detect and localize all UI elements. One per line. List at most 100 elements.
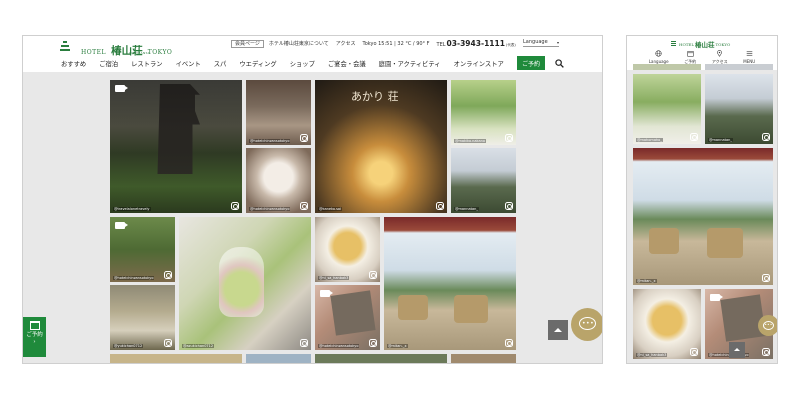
instagram-icon [369, 339, 377, 347]
gallery-tile[interactable] [110, 354, 242, 363]
gallery-tile[interactable]: @ni_sa_hanbak3 [315, 217, 380, 282]
logo-hotel-text: HOTEL [81, 49, 107, 56]
access-link[interactable]: アクセス [336, 40, 356, 47]
instagram-icon [436, 202, 444, 210]
instagram-icon [164, 339, 172, 347]
tile-caption: @hotelchinzansotokyo [249, 207, 291, 211]
mobile-icon-bar: Language ご予約 アクセス MENU [627, 50, 777, 65]
video-icon [320, 290, 333, 297]
mobile-scroll-top-button[interactable] [729, 342, 745, 358]
mobile-access-button[interactable]: アクセス [712, 50, 728, 65]
nav-item-stay[interactable]: ご宿泊 [99, 59, 118, 68]
gallery-tile[interactable] [705, 64, 773, 70]
nav-item-spa[interactable]: スパ [214, 59, 227, 68]
site-header: HOTEL 椿山荘 TOKYO CHINZANSO 会員ページ ホテル椿山荘東京… [23, 36, 602, 72]
logo-mark-icon [671, 41, 676, 47]
floating-reserve-label: ご予約 [26, 332, 43, 338]
gallery-tile[interactable]: @mitan._x [384, 217, 516, 350]
instagram-icon [231, 202, 239, 210]
nav-item-banquet[interactable]: ご宴会・会議 [328, 59, 366, 68]
mobile-menu-button[interactable]: MENU [743, 50, 755, 65]
menu-icon [746, 51, 753, 56]
gallery-tile[interactable] [246, 354, 311, 363]
mobile-language-button[interactable]: Language [649, 50, 669, 65]
instagram-icon [505, 134, 513, 142]
gallery-tile[interactable]: @mahomaho_ [633, 74, 701, 144]
instagram-icon [762, 274, 770, 282]
gallery-tile[interactable]: @hotelchinzansotokyo [246, 148, 311, 213]
gallery-tile[interactable]: @yukichan0712 [110, 285, 175, 350]
nav-item-garden[interactable]: 庭園・アクティビティ [379, 59, 441, 68]
chat-dots-icon: ••• [582, 320, 595, 327]
tile-caption: @makiko.nakano [454, 139, 486, 143]
gallery-tile[interactable]: @mannatan_ [451, 148, 516, 213]
nav-item-shop[interactable]: ショップ [290, 59, 315, 68]
chevron-right-icon: › [33, 339, 36, 345]
tel-number: 03-3943-1111 [446, 39, 505, 48]
tile-caption: @mitan._x [387, 344, 408, 348]
tile-caption: @yukichan0712 [113, 344, 144, 348]
nav-item-wedding[interactable]: ウエディング [239, 59, 276, 68]
language-select[interactable]: Language ▾ [523, 38, 559, 47]
mobile-logo-hotel: HOTEL [679, 41, 695, 47]
gallery-tile[interactable]: @hotelchinzansotokyo [315, 285, 380, 350]
mobile-chat-button[interactable]: ••• [758, 315, 777, 336]
gallery-tile[interactable]: @makiko.nakano [451, 80, 516, 145]
nav-item-event[interactable]: イベント [176, 59, 201, 68]
gallery-tile[interactable]: @hotelchinzansotokyo [110, 217, 175, 282]
gallery-tile[interactable]: @mannatan_ [705, 74, 773, 144]
instagram-icon [690, 348, 698, 356]
tile-caption: @hotelchinzansotokyo [113, 276, 155, 280]
gallery-tile[interactable] [633, 64, 701, 70]
mobile-logo-name: 椿山荘 [695, 41, 715, 49]
reserve-button[interactable]: ご予約 [517, 56, 545, 70]
gallery-tile[interactable]: @ni_sa_hanbak3 [633, 289, 701, 359]
chat-dots-icon: ••• [764, 322, 773, 327]
tile-caption: @ni_sa_hanbak3 [318, 276, 350, 280]
gallery-tile[interactable]: @travelalonetravely [110, 80, 242, 213]
mobile-view: HOTEL 椿山荘 TOKYO Language ご予約 アクセス MENU @… [626, 35, 778, 364]
tile-caption: @ni_sa_hanbak3 [636, 353, 668, 357]
utility-bar: 会員ページ ホテル椿山荘東京について アクセス Tokyo 15:51 | 32… [231, 39, 516, 48]
instagram-icon [690, 133, 698, 141]
instagram-icon [505, 202, 513, 210]
mobile-reserve-button[interactable]: ご予約 [684, 50, 696, 65]
language-label: Language [523, 39, 548, 45]
tile-caption: @mitan._x [636, 279, 657, 283]
gallery-tile[interactable]: あかり 荘 @kaneko.sai [315, 80, 447, 213]
armchair-shape [398, 295, 428, 320]
gallery-tile[interactable]: @azukichan0712 [179, 217, 311, 350]
book-shape [330, 290, 376, 336]
tile-caption: @hotelchinzansotokyo [318, 344, 360, 348]
tile-overlay-text: あかり 荘 [351, 90, 399, 103]
site-logo[interactable]: HOTEL 椿山荘 TOKYO [81, 39, 172, 58]
gallery-tile[interactable]: @hotelchinzansotokyo [246, 80, 311, 145]
tel-prefix: TEL [436, 42, 446, 48]
instagram-icon [762, 133, 770, 141]
search-icon[interactable] [555, 59, 564, 68]
instagram-gallery: @travelalonetravely @hotelchinzansotokyo… [23, 72, 602, 363]
chat-button[interactable]: ••• [571, 308, 602, 341]
gallery-tile[interactable] [315, 354, 447, 363]
weather-status: Tokyo 15:51 | 32 °C / 90° F [362, 40, 430, 47]
telephone-link[interactable]: TEL 03-3943-1111 (代表) [437, 39, 516, 48]
scroll-top-button[interactable] [548, 320, 568, 340]
tile-caption: @hotelchinzansotokyo [249, 139, 291, 143]
floating-reserve-button[interactable]: ご予約 › [23, 317, 46, 357]
mobile-site-logo[interactable]: HOTEL 椿山荘 TOKYO [671, 39, 730, 49]
video-icon [115, 222, 128, 229]
calendar-icon [687, 51, 694, 57]
tel-suffix: (代表) [505, 43, 516, 47]
nav-item-recommend[interactable]: おすすめ [61, 59, 86, 68]
tile-caption: @mahomaho_ [636, 138, 664, 142]
gallery-tile[interactable] [451, 354, 516, 363]
instagram-icon [300, 134, 308, 142]
about-link[interactable]: ホテル椿山荘東京について [269, 40, 329, 47]
tile-caption: @kaneko.sai [318, 207, 343, 211]
page: HOTEL 椿山荘 TOKYO CHINZANSO 会員ページ ホテル椿山荘東京… [0, 0, 800, 400]
logo-subtitle: CHINZANSO [129, 51, 151, 55]
member-page-link[interactable]: 会員ページ [231, 39, 264, 48]
nav-item-restaurant[interactable]: レストラン [131, 59, 162, 68]
nav-item-online-store[interactable]: オンラインストア [454, 59, 504, 68]
gallery-tile[interactable]: @mitan._x [633, 148, 773, 285]
